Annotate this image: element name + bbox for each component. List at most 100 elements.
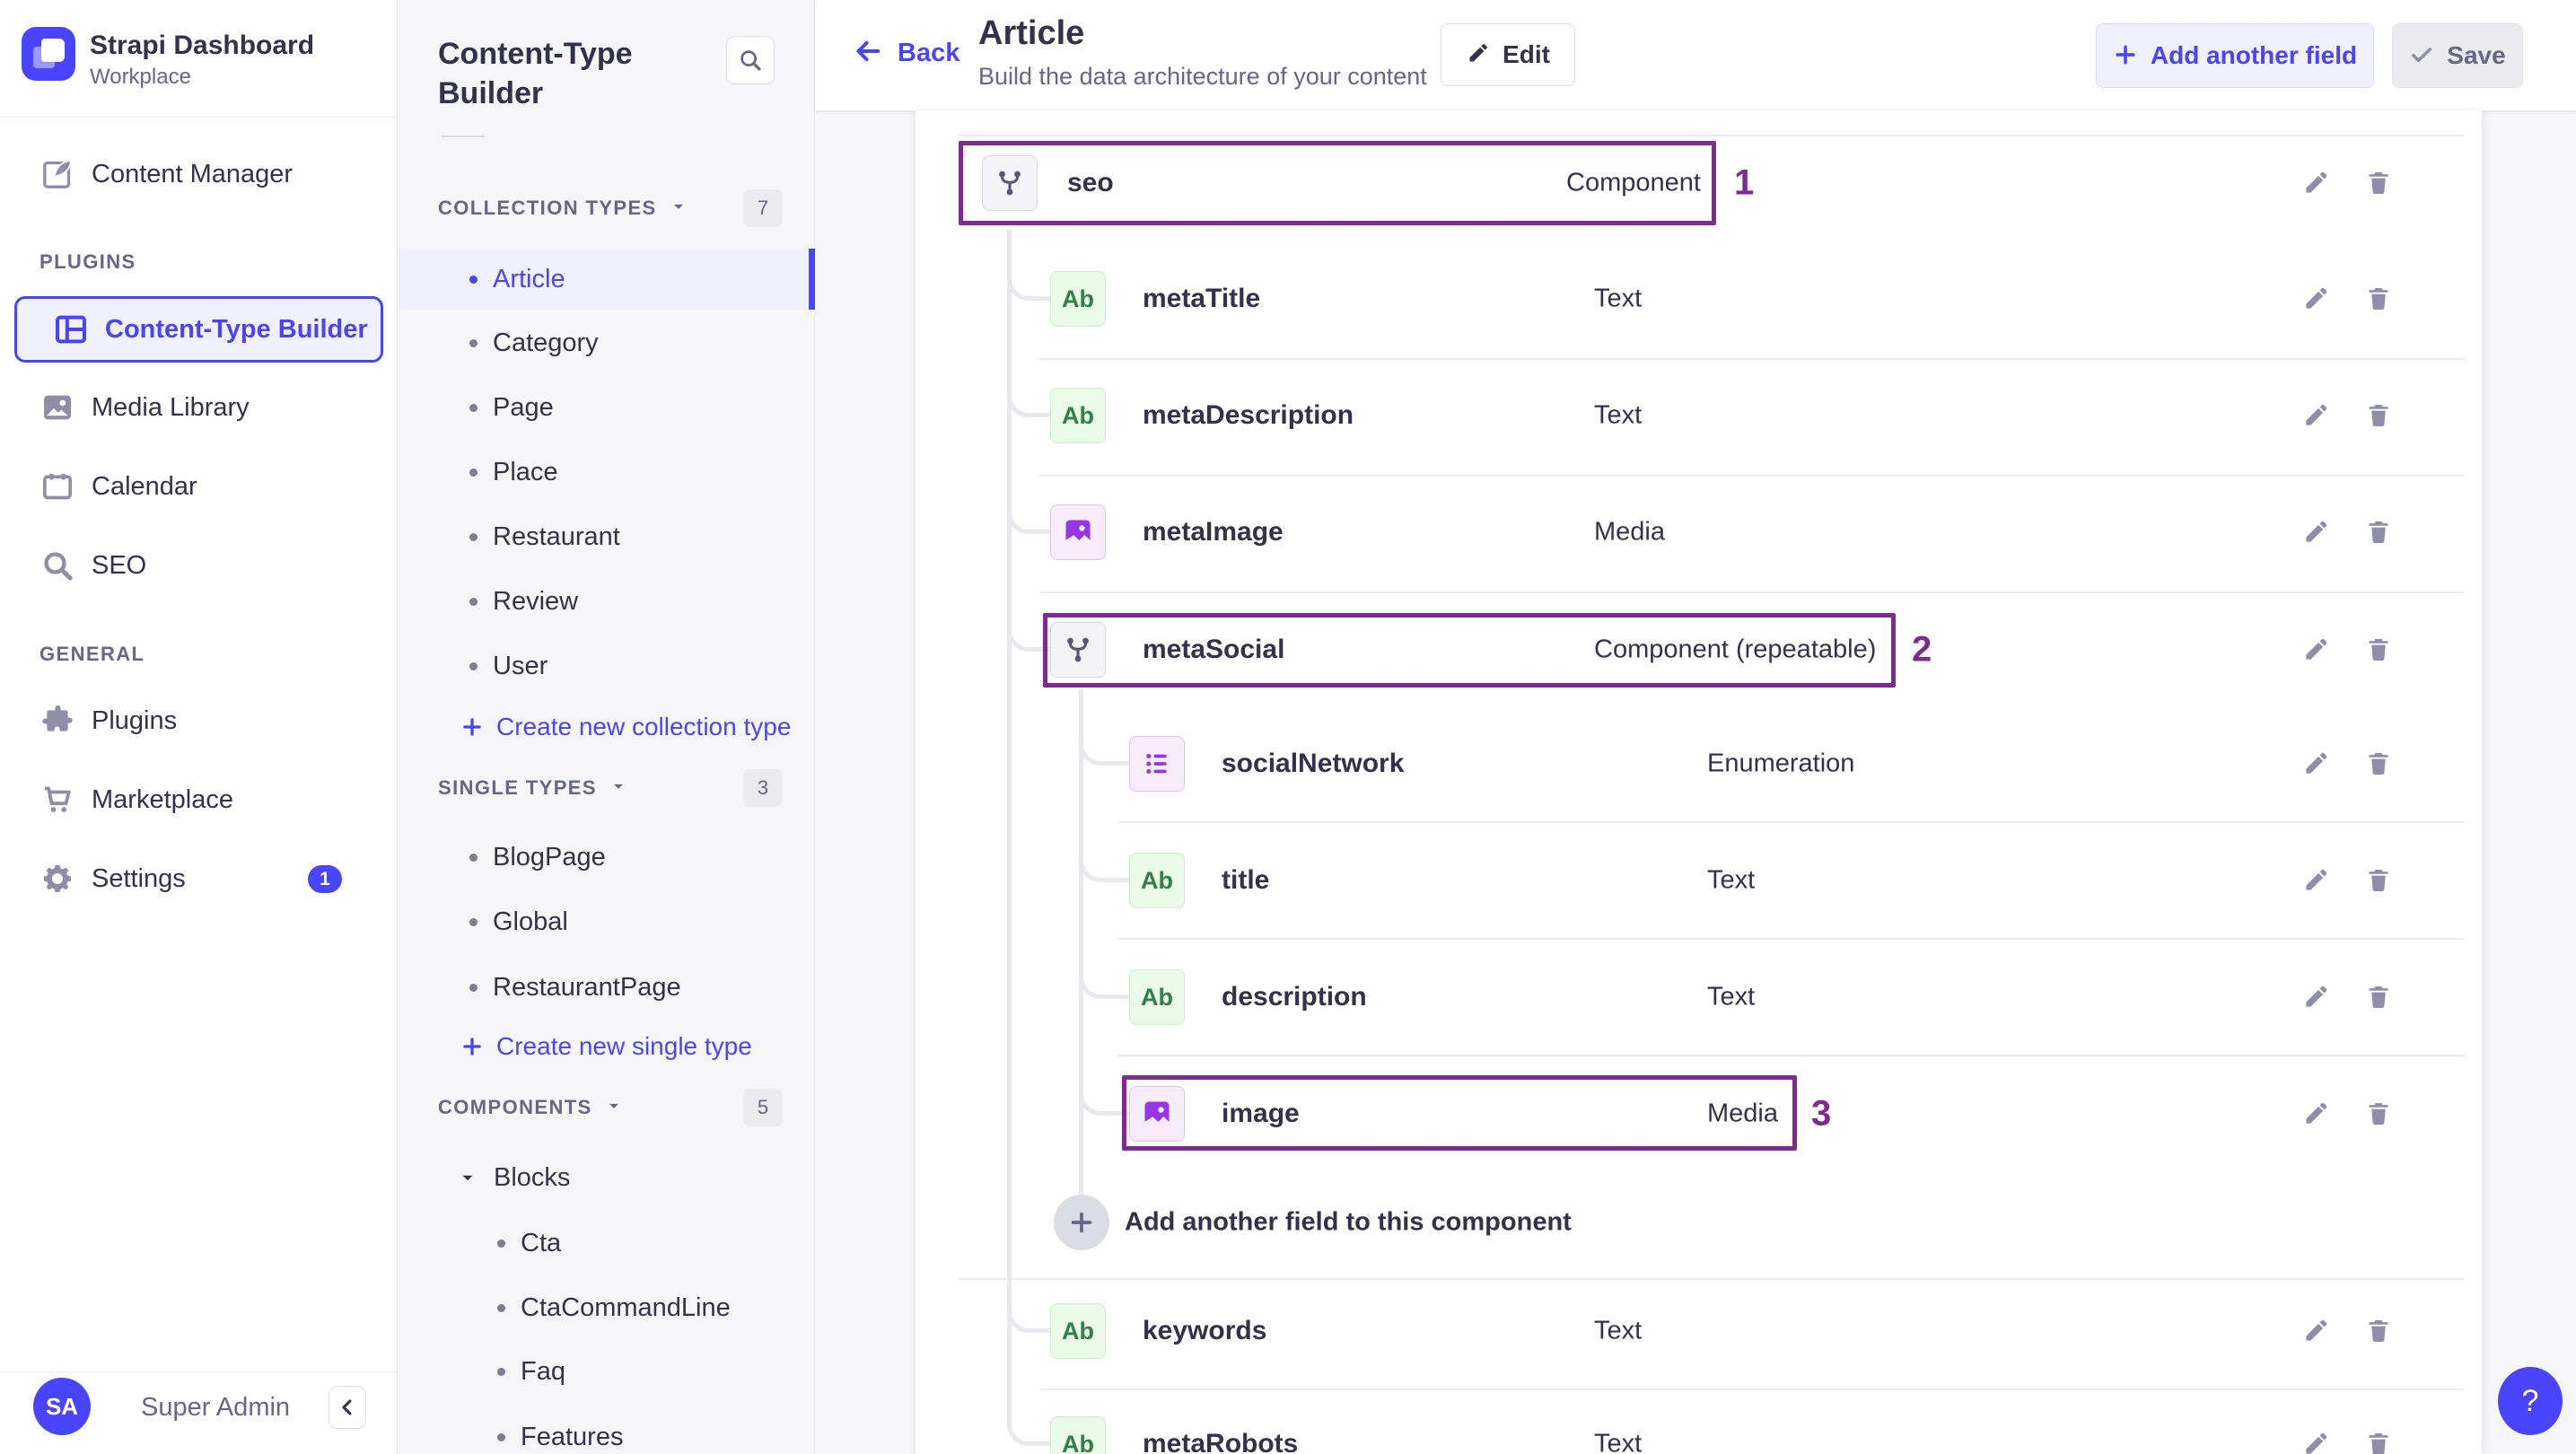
- delete-field-button[interactable]: [2361, 1096, 2396, 1132]
- field-name: socialNetwork: [1222, 749, 1405, 778]
- field-name: keywords: [1143, 1316, 1267, 1345]
- annotation-box: [1043, 613, 1896, 688]
- bullet-icon: [469, 983, 478, 992]
- delete-field-button[interactable]: [2361, 1313, 2396, 1349]
- edit-field-button[interactable]: [2298, 632, 2334, 668]
- sidebar-item-label: Calendar: [92, 471, 197, 501]
- edit-field-button[interactable]: [2298, 398, 2334, 434]
- delete-field-button[interactable]: [2361, 398, 2396, 434]
- panel-item-label: BlogPage: [493, 842, 606, 872]
- panel-item-ctacommandline[interactable]: CtaCommandLine: [398, 1277, 815, 1338]
- page-header: Back Article Build the data architecture…: [815, 0, 2576, 110]
- annotation-number: 1: [1734, 162, 1755, 203]
- panel-item-features[interactable]: Features: [398, 1406, 815, 1454]
- delete-field-button[interactable]: [2361, 1426, 2396, 1454]
- edit-field-button[interactable]: [2298, 165, 2334, 201]
- edit-field-button[interactable]: [2298, 746, 2334, 782]
- annotation-number: 2: [1912, 629, 1932, 670]
- components-header[interactable]: COMPONENTS: [438, 1088, 623, 1127]
- page-subtitle: Build the data architecture of your cont…: [978, 63, 1427, 90]
- save-button[interactable]: Save: [2392, 23, 2523, 88]
- panel-item-blogpage[interactable]: BlogPage: [398, 827, 815, 888]
- create-new-collection-type[interactable]: Create new collection type: [398, 698, 815, 756]
- edit-button[interactable]: Edit: [1441, 23, 1575, 86]
- sidebar-item-plugins[interactable]: Plugins: [0, 688, 398, 753]
- delete-field-button[interactable]: [2361, 632, 2396, 668]
- row-divider: [1118, 938, 2464, 940]
- edit-field-button[interactable]: [2298, 863, 2334, 898]
- row-divider: [1039, 358, 2464, 360]
- tree-connector-curve: [1079, 841, 1129, 882]
- workspace-label: Workplace: [90, 65, 191, 89]
- search-button[interactable]: [726, 36, 775, 84]
- edit-field-button[interactable]: [2298, 281, 2334, 317]
- delete-field-button[interactable]: [2361, 514, 2396, 550]
- add-another-field-button[interactable]: Add another field: [2096, 23, 2374, 88]
- collection-types-header[interactable]: COLLECTION TYPES: [438, 188, 688, 228]
- sidebar-collapse-button[interactable]: [329, 1386, 366, 1429]
- delete-field-button[interactable]: [2361, 165, 2396, 201]
- sidebar-item-calendar[interactable]: Calendar: [0, 454, 398, 519]
- edit-field-button[interactable]: [2298, 979, 2334, 1015]
- notification-badge: 1: [308, 865, 342, 893]
- component-group-blocks[interactable]: Blocks: [398, 1148, 815, 1207]
- tree-connector-curve: [1079, 958, 1129, 999]
- fields-list-card: seo Component Ab metaTitle Text Ab metaDescrip…: [916, 110, 2482, 1454]
- field-type: Text: [1594, 1316, 1643, 1345]
- edit-field-button[interactable]: [2298, 1313, 2334, 1349]
- add-field-to-component-label[interactable]: Add another field to this component: [1125, 1208, 1572, 1238]
- panel-item-restaurant[interactable]: Restaurant: [398, 506, 815, 567]
- panel-item-page[interactable]: Page: [398, 377, 815, 438]
- sidebar-item-content-type-builder[interactable]: Content-Type Builder: [14, 296, 383, 363]
- delete-field-button[interactable]: [2361, 979, 2396, 1015]
- panel-item-user[interactable]: User: [398, 635, 815, 696]
- bullet-icon: [497, 1432, 505, 1441]
- back-link[interactable]: Back: [853, 36, 959, 71]
- panel-item-restaurantpage[interactable]: RestaurantPage: [398, 957, 815, 1018]
- field-type: Text: [1594, 1429, 1643, 1454]
- panel-item-faq[interactable]: Faq: [398, 1341, 815, 1402]
- text-field-icon: Ab: [1050, 271, 1106, 327]
- sidebar-item-label: Settings: [92, 863, 186, 893]
- bullet-icon: [469, 403, 478, 412]
- edit-field-button[interactable]: [2298, 514, 2334, 550]
- panel-item-review[interactable]: Review: [398, 571, 815, 632]
- avatar[interactable]: SA: [33, 1378, 91, 1435]
- add-field-to-component-button[interactable]: [1054, 1195, 1109, 1250]
- pencil-icon: [1466, 41, 1490, 68]
- edit-field-button[interactable]: [2298, 1426, 2334, 1454]
- back-label: Back: [898, 39, 960, 67]
- field-name: description: [1222, 982, 1367, 1012]
- panel-item-place[interactable]: Place: [398, 442, 815, 503]
- delete-field-button[interactable]: [2361, 746, 2396, 782]
- panel-item-label: Global: [493, 907, 568, 936]
- plus-icon: [460, 1035, 484, 1058]
- create-new-single-type[interactable]: Create new single type: [398, 1018, 815, 1075]
- calendar-icon: [39, 469, 75, 504]
- help-button[interactable]: ?: [2498, 1367, 2563, 1435]
- panel-item-cta[interactable]: Cta: [398, 1213, 815, 1274]
- sidebar-item-content-manager[interactable]: Content Manager: [0, 142, 398, 206]
- field-type: Enumeration: [1707, 749, 1855, 778]
- row-divider: [959, 1278, 2464, 1280]
- sidebar-item-settings[interactable]: Settings 1: [0, 846, 398, 911]
- panel-item-article[interactable]: Article: [398, 249, 815, 310]
- panel-item-category[interactable]: Category: [398, 312, 815, 373]
- edit-field-button[interactable]: [2298, 1096, 2334, 1132]
- delete-field-button[interactable]: [2361, 281, 2396, 317]
- delete-field-button[interactable]: [2361, 863, 2396, 898]
- sidebar-item-media-library[interactable]: Media Library: [0, 375, 398, 440]
- group-label: Blocks: [494, 1162, 571, 1192]
- bullet-icon: [469, 853, 478, 862]
- panel-item-label: Review: [493, 586, 579, 616]
- app-title: Strapi Dashboard: [90, 31, 315, 60]
- single-types-header[interactable]: SINGLE TYPES: [438, 768, 627, 808]
- bullet-icon: [497, 1367, 505, 1376]
- caret-down-icon: [605, 1097, 623, 1119]
- sidebar-item-seo[interactable]: SEO: [0, 533, 398, 598]
- annotation-box: [959, 141, 1716, 225]
- sidebar-item-marketplace[interactable]: Marketplace: [0, 767, 398, 832]
- media-field-icon: [1050, 504, 1106, 560]
- panel-item-global[interactable]: Global: [398, 891, 815, 952]
- field-name: metaImage: [1143, 517, 1284, 547]
